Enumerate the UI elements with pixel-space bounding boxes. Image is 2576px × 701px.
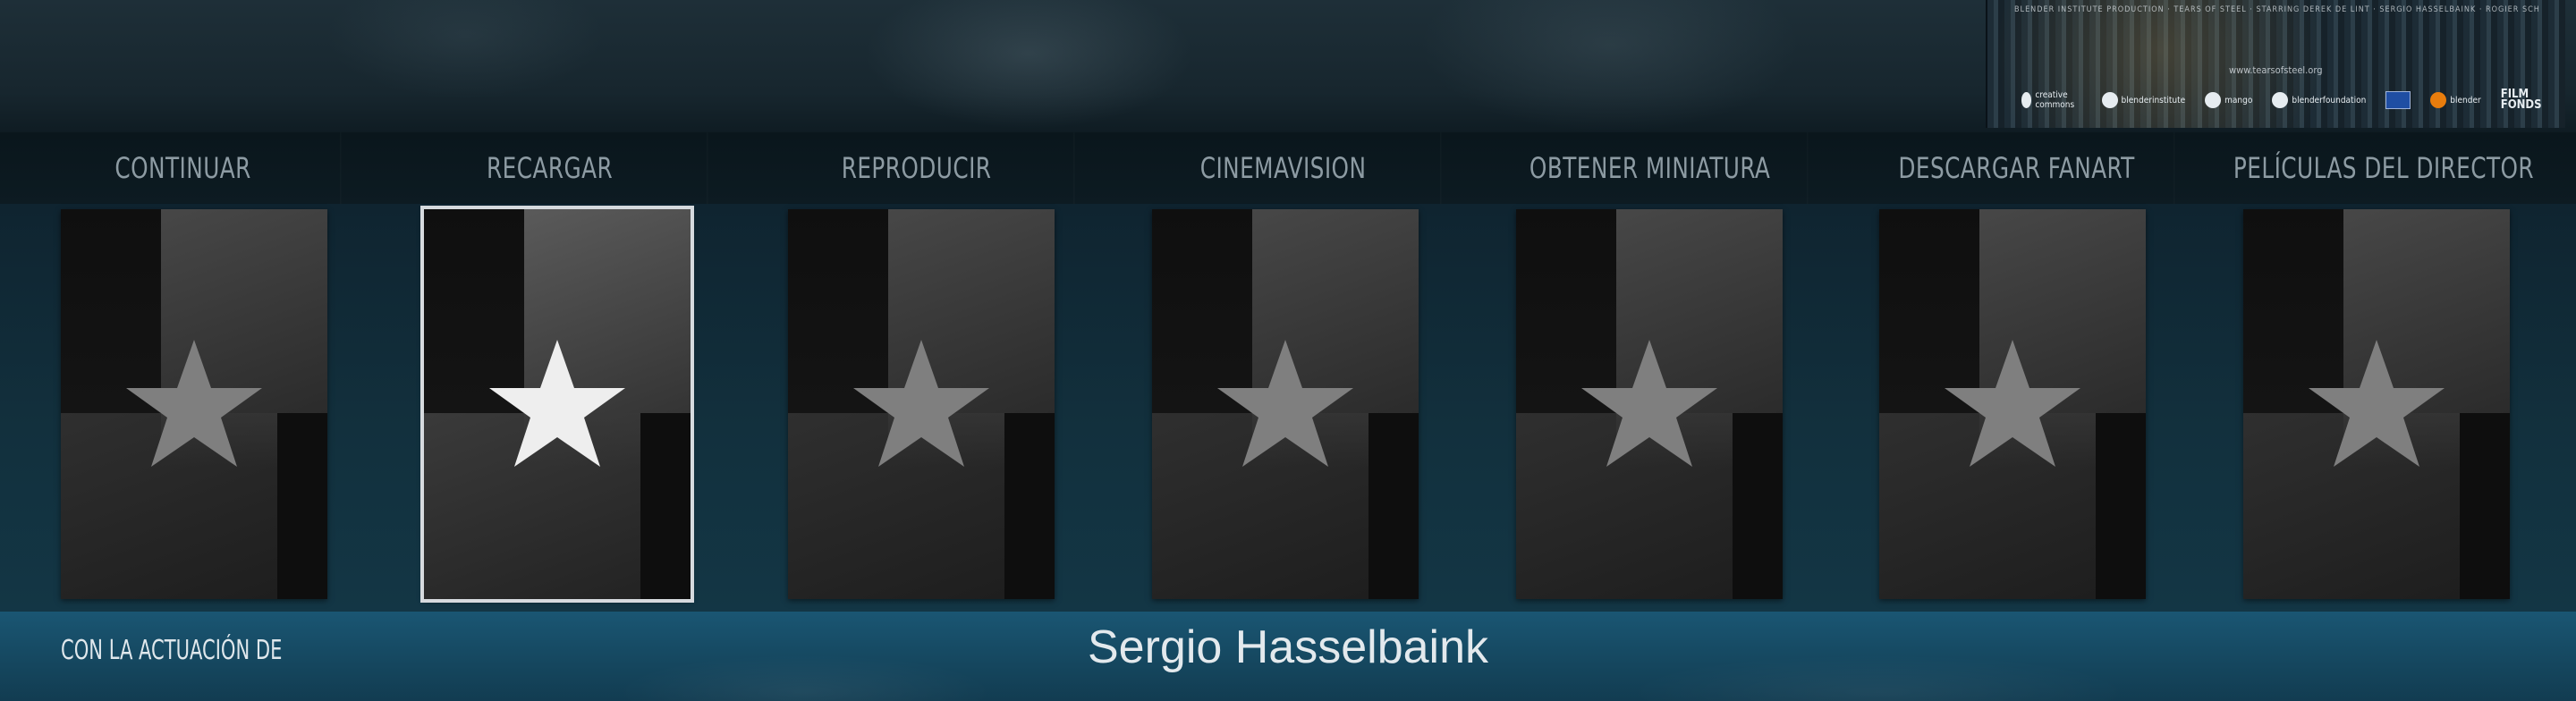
star-icon <box>1217 340 1353 467</box>
action-button-bar: CONTINUAR RECARGAR REPRODUCIR CINEMAVISI… <box>0 132 2576 204</box>
poster-logos: creative commons blenderinstitute mango … <box>2021 84 2547 116</box>
blender-logo: blender <box>2430 92 2481 108</box>
thumbnail-placeholder-block <box>2096 413 2146 599</box>
cast-thumbnail-card[interactable] <box>1516 209 1783 599</box>
thumbnail-placeholder-block <box>2460 413 2510 599</box>
blender-foundation-logo: blenderfoundation <box>2272 92 2366 108</box>
star-icon <box>853 340 989 467</box>
thumbnail-placeholder-block <box>1368 413 1419 599</box>
cast-thumbnail-card[interactable] <box>1879 209 2146 599</box>
movie-poster: Blender Institute production · Tears of … <box>1986 0 2565 128</box>
actor-name: Sergio Hasselbaink <box>1087 621 1489 673</box>
thumbnail-placeholder-block <box>640 413 691 599</box>
info-bar: CON LA ACTUACIÓN DE Sergio Hasselbaink <box>0 612 2576 701</box>
star-icon <box>489 340 625 467</box>
cast-thumbnail-card[interactable] <box>2243 209 2510 599</box>
continue-button[interactable]: CONTINUAR <box>26 132 342 204</box>
cast-thumbnail-card[interactable] <box>788 209 1055 599</box>
cinemavision-button[interactable]: CINEMAVISION <box>1126 132 1442 204</box>
thumbnail-placeholder-block <box>1733 413 1783 599</box>
cast-list <box>0 204 2576 612</box>
star-icon <box>1581 340 1717 467</box>
film-fonds-logo: FILM FONDS <box>2500 88 2542 112</box>
get-thumbnail-button[interactable]: OBTENER MINIATURA <box>1493 132 1809 204</box>
star-icon <box>126 340 262 467</box>
thumbnail-placeholder-block <box>277 413 327 599</box>
mango-logo: mango <box>2205 92 2252 108</box>
fanart-backdrop: Blender Institute production · Tears of … <box>0 0 2576 132</box>
poster-url: www.tearsofsteel.org <box>2229 64 2323 76</box>
cast-thumbnail-card[interactable] <box>420 206 694 603</box>
download-fanart-button[interactable]: DESCARGAR FANART <box>1860 132 2175 204</box>
star-icon <box>2309 340 2445 467</box>
poster-credits: Blender Institute production · Tears of … <box>2014 5 2538 14</box>
director-movies-button[interactable]: PELÍCULAS DEL DIRECTOR <box>2226 132 2542 204</box>
blender-institute-logo: blenderinstitute <box>2101 92 2185 108</box>
play-button[interactable]: REPRODUCIR <box>759 132 1075 204</box>
eu-flag-logo <box>2385 91 2411 109</box>
star-icon <box>1945 340 2080 467</box>
cast-thumbnail-card[interactable] <box>1152 209 1419 599</box>
cast-thumbnail-card[interactable] <box>61 209 327 599</box>
creative-commons-logo: creative commons <box>2021 90 2082 110</box>
reload-button[interactable]: RECARGAR <box>393 132 708 204</box>
thumbnail-placeholder-block <box>1004 413 1055 599</box>
